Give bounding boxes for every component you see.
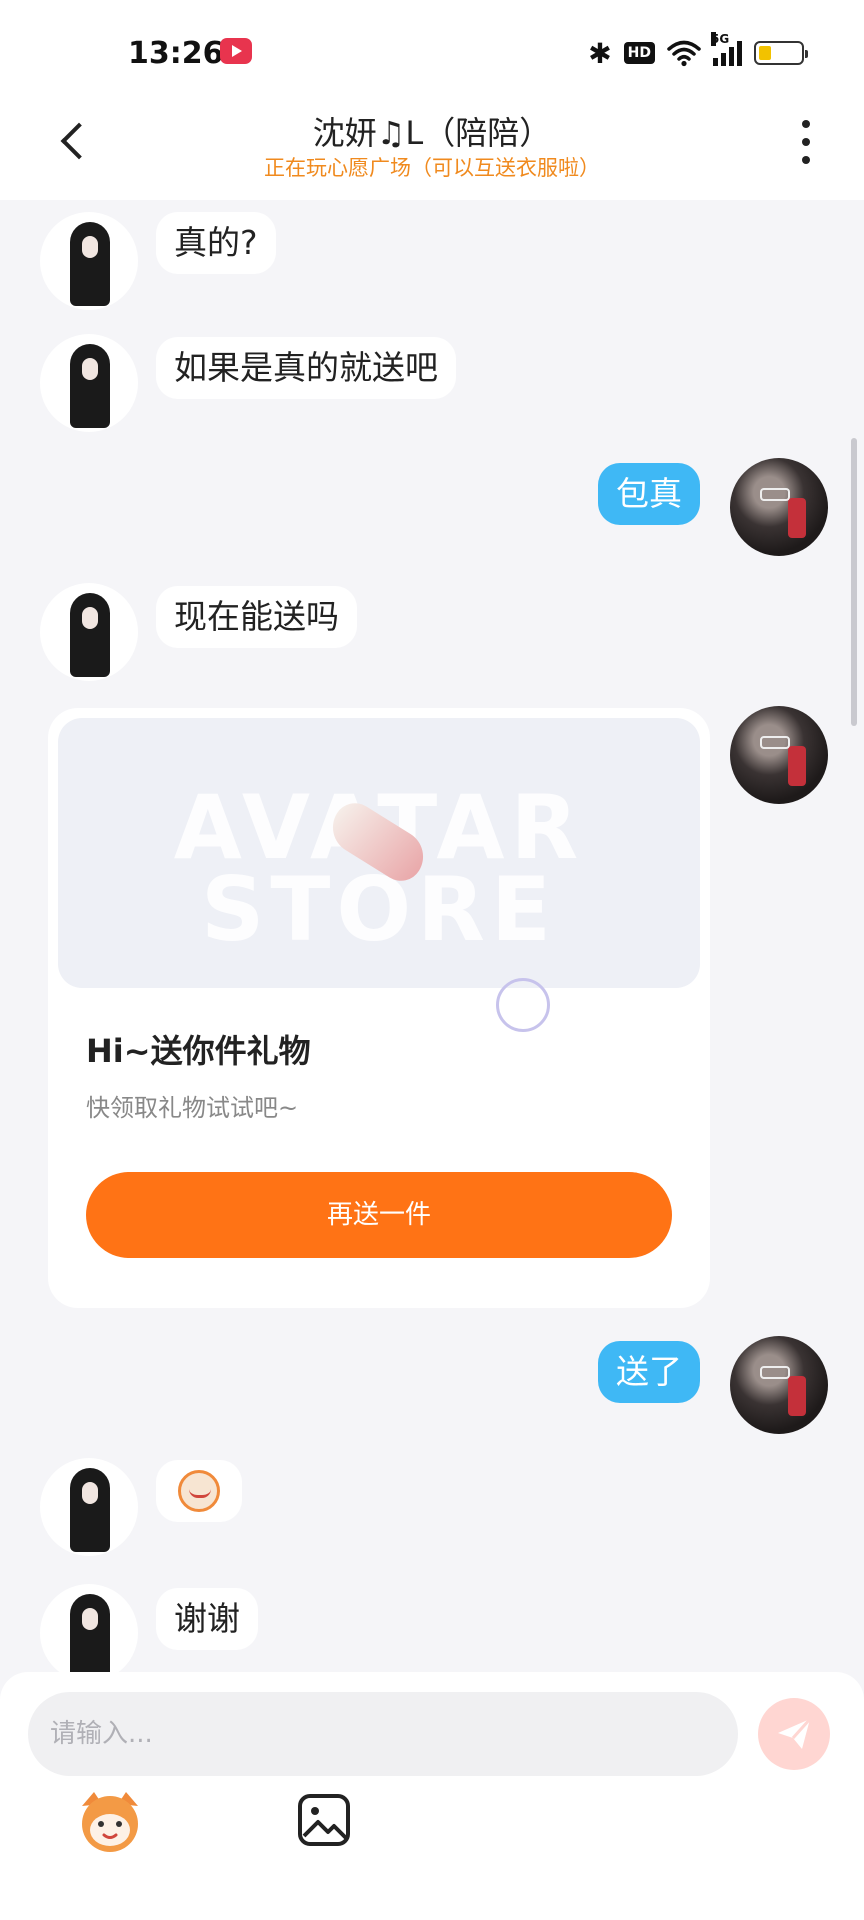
status-icons: ✱ HD 5G	[588, 32, 808, 70]
incoming-message[interactable]: 如果是真的就送吧	[156, 337, 456, 399]
contact-avatar[interactable]	[40, 1458, 138, 1556]
send-button[interactable]	[758, 1698, 830, 1770]
contact-status[interactable]: 正在玩心愿广场（可以互送衣服啦）	[0, 152, 864, 182]
watermark-text: STORE	[200, 858, 558, 961]
scrollbar[interactable]	[851, 438, 857, 726]
gift-title: Hi~送你件礼物	[86, 1032, 311, 1070]
gift-description: 快领取礼物试试吧~	[86, 1094, 299, 1122]
send-icon	[778, 1717, 812, 1749]
hd-icon: HD	[623, 42, 655, 64]
message-input[interactable]	[28, 1692, 738, 1776]
loading-spinner-icon	[496, 978, 550, 1032]
status-bar: 13:26 ✱ HD 5G	[0, 0, 864, 100]
contact-avatar[interactable]	[40, 334, 138, 432]
contact-avatar[interactable]	[40, 583, 138, 681]
incoming-message[interactable]: 真的?	[156, 212, 276, 274]
contact-name: 沈妍♫L（陪陪）	[312, 114, 552, 152]
outgoing-message[interactable]: 送了	[598, 1341, 700, 1403]
emoji-icon[interactable]	[72, 1784, 148, 1860]
my-avatar[interactable]	[730, 706, 828, 804]
signal-icon: 5G	[711, 32, 742, 66]
send-another-gift-button[interactable]: 再送一件	[86, 1172, 672, 1258]
wifi-icon	[667, 40, 701, 67]
outgoing-message[interactable]: 包真	[598, 463, 700, 525]
screen-record-icon	[220, 38, 252, 64]
more-options-button[interactable]	[794, 120, 818, 164]
gift-image: AVATAR STORE	[58, 718, 700, 988]
sticker-icon	[178, 1470, 220, 1512]
status-time: 13:26	[128, 36, 224, 71]
my-avatar[interactable]	[730, 1336, 828, 1434]
gift-card[interactable]: AVATAR STORE Hi~送你件礼物 快领取礼物试试吧~ 再送一件	[48, 708, 710, 1308]
bluetooth-icon: ✱	[588, 36, 612, 70]
sticker-message[interactable]	[156, 1460, 242, 1522]
contact-avatar[interactable]	[40, 212, 138, 310]
battery-icon	[754, 41, 808, 65]
input-panel	[0, 1672, 864, 1920]
contact-avatar[interactable]	[40, 1584, 138, 1682]
image-icon[interactable]	[296, 1792, 352, 1848]
network-type: 5G	[711, 32, 730, 46]
incoming-message[interactable]: 现在能送吗	[156, 586, 357, 648]
chat-header: 沈妍♫L（陪陪） 正在玩心愿广场（可以互送衣服啦）	[0, 100, 864, 200]
incoming-message[interactable]: 谢谢	[156, 1588, 258, 1650]
my-avatar[interactable]	[730, 458, 828, 556]
